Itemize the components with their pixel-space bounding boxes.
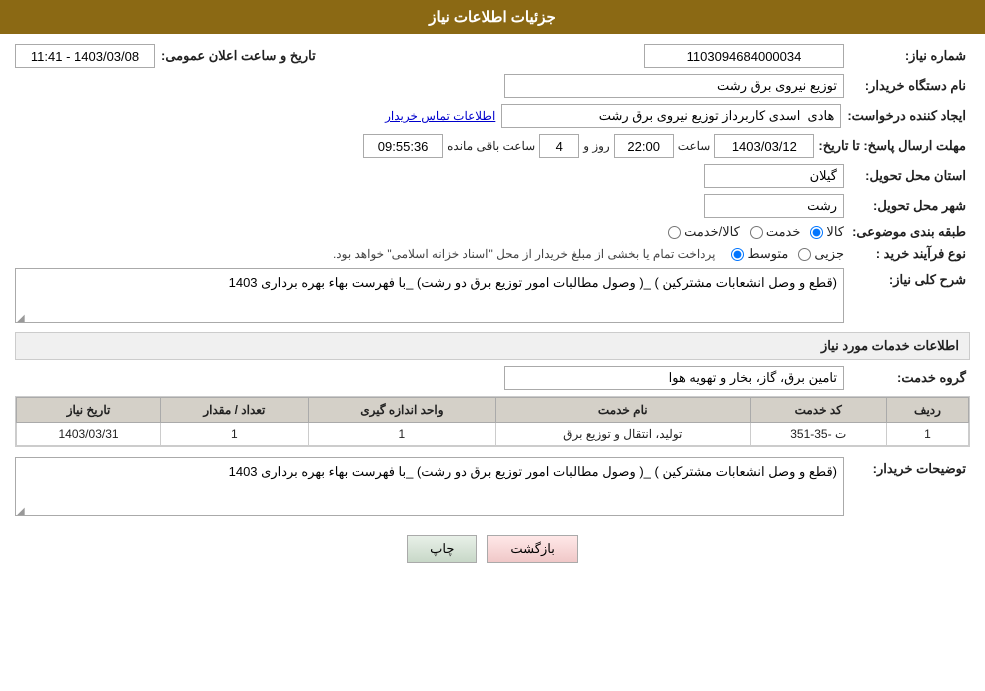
category-khadamat-option[interactable]: خدمت	[750, 224, 801, 240]
needDescription-label: شرح کلی نیاز:	[850, 268, 970, 288]
deadline-days-label: روز و	[583, 139, 610, 153]
table-row: 1ت -35-351تولید، انتقال و توزیع برق11140…	[17, 423, 969, 446]
col-header-code: کد خدمت	[750, 398, 886, 423]
serviceGroup-input[interactable]	[504, 366, 844, 390]
back-button[interactable]: بازگشت	[487, 535, 577, 563]
city-label: شهر محل تحویل:	[850, 198, 970, 214]
category-kala-radio[interactable]	[810, 226, 823, 239]
contactInfo-link[interactable]: اطلاعات تماس خریدار	[385, 109, 495, 123]
announceDateTime-input[interactable]	[15, 44, 155, 68]
category-kala-khadamat-label: کالا/خدمت	[684, 224, 740, 240]
deadline-remaining-input[interactable]	[363, 134, 443, 158]
col-header-qty: تعداد / مقدار	[161, 398, 309, 423]
action-buttons: بازگشت چاپ	[15, 525, 970, 578]
buyerOrg-label: نام دستگاه خریدار:	[850, 78, 970, 94]
purchaseType-label: نوع فرآیند خرید :	[850, 246, 970, 262]
province-input[interactable]	[704, 164, 844, 188]
buyerOrg-input[interactable]	[504, 74, 844, 98]
page-title: جزئیات اطلاعات نیاز	[429, 9, 556, 26]
purchase-jozvi-option[interactable]: جزیی	[798, 246, 844, 262]
col-header-row: ردیف	[886, 398, 968, 423]
buyerNotes-label: توضیحات خریدار:	[850, 457, 970, 477]
resize-icon-2: ◢	[17, 506, 25, 517]
deadline-days-input[interactable]	[539, 134, 579, 158]
page-header: جزئیات اطلاعات نیاز	[0, 0, 985, 34]
print-button[interactable]: چاپ	[407, 535, 477, 563]
purchase-motavasset-radio[interactable]	[731, 248, 744, 261]
creator-label: ایجاد کننده درخواست:	[847, 108, 970, 124]
creator-input[interactable]	[501, 104, 841, 128]
purchase-jozvi-label: جزیی	[814, 246, 844, 262]
category-radio-group: کالا خدمت کالا/خدمت	[668, 224, 844, 240]
col-header-date: تاریخ نیاز	[17, 398, 161, 423]
serviceInfo-title: اطلاعات خدمات مورد نیاز	[15, 332, 970, 360]
needDescription-textarea[interactable]: (قطع و وصل انشعابات مشترکین ) _( وصول مط…	[15, 268, 844, 323]
services-table-section: ردیف کد خدمت نام خدمت واحد اندازه گیری ت…	[15, 396, 970, 447]
category-label: طبقه بندی موضوعی:	[850, 224, 970, 240]
purchase-type-radio-group: جزیی متوسط	[731, 246, 844, 262]
category-kala-label: کالا	[826, 224, 844, 240]
province-label: استان محل تحویل:	[850, 168, 970, 184]
deadline-date-input[interactable]	[714, 134, 814, 158]
buyerNotes-textarea[interactable]: (قطع و وصل انشعابات مشترکین ) _( وصول مط…	[15, 457, 844, 516]
category-khadamat-radio[interactable]	[750, 226, 763, 239]
category-kala-khadamat-radio[interactable]	[668, 226, 681, 239]
deadline-label: مهلت ارسال پاسخ: تا تاریخ:	[818, 138, 970, 154]
resize-icon: ◢	[17, 313, 25, 324]
category-kala-option[interactable]: کالا	[810, 224, 844, 240]
deadline-time-label: ساعت	[678, 139, 711, 153]
deadline-time-input[interactable]	[614, 134, 674, 158]
purchase-note: پرداخت تمام یا بخشی از مبلغ خریدار از مح…	[15, 247, 715, 261]
city-input[interactable]	[704, 194, 844, 218]
purchase-jozvi-radio[interactable]	[798, 248, 811, 261]
needNumber-input[interactable]	[644, 44, 844, 68]
category-khadamat-label: خدمت	[766, 224, 801, 240]
purchase-motavasset-option[interactable]: متوسط	[731, 246, 788, 262]
purchase-motavasset-label: متوسط	[747, 246, 788, 262]
col-header-name: نام خدمت	[496, 398, 750, 423]
needNumber-label: شماره نیاز:	[850, 48, 970, 64]
category-kala-khadamat-option[interactable]: کالا/خدمت	[668, 224, 740, 240]
serviceGroup-label: گروه خدمت:	[850, 370, 970, 386]
deadline-remaining-label: ساعت باقی مانده	[447, 139, 535, 153]
announceDateTime-label: تاریخ و ساعت اعلان عمومی:	[161, 48, 320, 64]
services-table: ردیف کد خدمت نام خدمت واحد اندازه گیری ت…	[16, 397, 969, 446]
col-header-unit: واحد اندازه گیری	[308, 398, 495, 423]
